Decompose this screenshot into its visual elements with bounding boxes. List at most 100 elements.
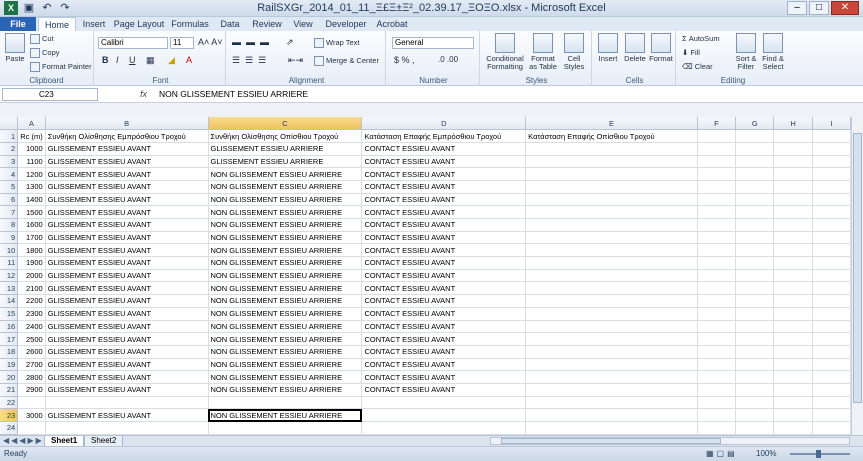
row-header[interactable]: 9 <box>0 231 19 245</box>
cell-empty[interactable] <box>735 383 775 397</box>
cell-c[interactable] <box>208 396 363 410</box>
row-header[interactable]: 5 <box>0 180 19 194</box>
cell-b[interactable]: GLISSEMENT ESSIEU AVANT <box>45 307 209 321</box>
cell-c[interactable]: NON GLISSEMENT ESSIEU ARRIERE <box>208 320 363 334</box>
cell-b[interactable]: GLISSEMENT ESSIEU AVANT <box>45 383 209 397</box>
cell-b[interactable]: GLISSEMENT ESSIEU AVANT <box>45 370 209 384</box>
cell-e[interactable]: Κατάσταση Επαφής Οπίσθιου Τροχού <box>525 129 698 143</box>
cell-e[interactable] <box>525 167 698 181</box>
cell-empty[interactable] <box>697 129 737 143</box>
cell-d[interactable]: CONTACT ESSIEU AVANT <box>361 243 527 258</box>
cell-empty[interactable] <box>812 129 851 143</box>
column-header-g[interactable]: G <box>735 117 775 131</box>
cell-b[interactable]: GLISSEMENT ESSIEU AVANT <box>45 294 209 308</box>
maximize-button[interactable]: □ <box>809 1 829 15</box>
cell-d[interactable]: CONTACT ESSIEU AVANT <box>361 345 527 359</box>
tab-review[interactable]: Review <box>248 17 286 31</box>
column-header-f[interactable]: F <box>697 117 737 131</box>
cell-e[interactable] <box>525 193 698 207</box>
row-header[interactable]: 18 <box>0 345 19 359</box>
cell-d[interactable]: CONTACT ESSIEU AVANT <box>361 180 527 194</box>
cell-empty[interactable] <box>812 180 851 194</box>
wrap-text-button[interactable]: Wrap Text <box>314 38 360 49</box>
conditional-formatting-button[interactable]: Conditional Formatting <box>484 33 526 71</box>
cell-b[interactable] <box>45 421 209 435</box>
decimal-icon[interactable]: .0 .00 <box>438 55 458 64</box>
row-header[interactable]: 23 <box>0 408 19 422</box>
cell-empty[interactable] <box>773 307 813 321</box>
underline-button[interactable]: U <box>129 55 136 65</box>
paste-button[interactable]: Paste <box>3 33 27 63</box>
cell-empty[interactable] <box>773 269 813 283</box>
cell-d[interactable]: CONTACT ESSIEU AVANT <box>361 294 527 308</box>
row-header[interactable]: 20 <box>0 370 19 384</box>
cell-a[interactable]: 2800 <box>17 370 46 384</box>
insert-button[interactable]: Insert <box>596 33 620 63</box>
cell-empty[interactable] <box>697 421 737 435</box>
tab-file[interactable]: File <box>0 17 36 31</box>
cell-empty[interactable] <box>812 243 851 258</box>
cell-a[interactable]: 2000 <box>17 269 46 283</box>
cell-c[interactable]: NON GLISSEMENT ESSIEU ARRIERE <box>208 345 363 359</box>
cell-c[interactable]: GLISSEMENT ESSIEU ARRIERE <box>208 155 363 169</box>
cell-empty[interactable] <box>697 243 737 258</box>
cell-e[interactable] <box>525 408 698 422</box>
fill-button[interactable]: ⬇ Fill <box>682 48 700 57</box>
worksheet-grid[interactable]: ABCDEFGHI 1 Rc (m) Συνθήκη Ολίσθησης Εμπρό… <box>0 117 851 435</box>
row-header[interactable]: 24 <box>0 421 19 435</box>
zoom-slider-knob[interactable] <box>816 450 821 458</box>
cell-empty[interactable] <box>697 167 737 181</box>
cell-empty[interactable] <box>773 218 813 232</box>
cell-empty[interactable] <box>697 370 737 384</box>
cell-a[interactable]: 1200 <box>17 167 46 181</box>
cell-empty[interactable] <box>697 205 737 219</box>
row-header[interactable]: 14 <box>0 294 19 308</box>
cell-c[interactable]: NON GLISSEMENT ESSIEU ARRIERE <box>208 370 363 384</box>
column-header-i[interactable]: I <box>812 117 851 131</box>
cell-b[interactable]: GLISSEMENT ESSIEU AVANT <box>45 243 209 258</box>
cell-empty[interactable] <box>812 383 851 397</box>
cell-a[interactable]: 1700 <box>17 231 46 245</box>
cell-d[interactable]: CONTACT ESSIEU AVANT <box>361 370 527 384</box>
cell-c[interactable]: NON GLISSEMENT ESSIEU ARRIERE <box>208 408 363 422</box>
cell-d[interactable]: Κατάσταση Επαφής Εμπρόσθιου Τροχού <box>361 129 527 143</box>
cell-empty[interactable] <box>773 155 813 169</box>
row-header[interactable]: 6 <box>0 193 19 207</box>
cell-b[interactable]: GLISSEMENT ESSIEU AVANT <box>45 180 209 194</box>
cell-b[interactable]: GLISSEMENT ESSIEU AVANT <box>45 320 209 334</box>
cell-empty[interactable] <box>812 421 851 435</box>
cell-e[interactable] <box>525 383 698 397</box>
cell-c[interactable]: NON GLISSEMENT ESSIEU ARRIERE <box>208 294 363 308</box>
cell-empty[interactable] <box>773 142 813 156</box>
tab-page-layout[interactable]: Page Layout <box>112 17 166 31</box>
cell-c[interactable]: NON GLISSEMENT ESSIEU ARRIERE <box>208 269 363 283</box>
cell-empty[interactable] <box>735 358 775 372</box>
cell-empty[interactable] <box>735 320 775 334</box>
cell-empty[interactable] <box>812 155 851 169</box>
cell-empty[interactable] <box>773 193 813 207</box>
horizontal-scroll-thumb[interactable] <box>501 438 721 444</box>
column-header-a[interactable]: A <box>17 117 46 131</box>
cell-c[interactable]: NON GLISSEMENT ESSIEU ARRIERE <box>208 358 363 372</box>
column-header-h[interactable]: H <box>773 117 813 131</box>
cell-empty[interactable] <box>773 332 813 346</box>
cell-c[interactable] <box>208 421 363 435</box>
cell-empty[interactable] <box>773 129 813 143</box>
cell-empty[interactable] <box>773 231 813 245</box>
cell-a[interactable]: 1000 <box>17 142 46 156</box>
cell-empty[interactable] <box>697 256 737 270</box>
cell-empty[interactable] <box>735 205 775 219</box>
cell-a[interactable]: 2900 <box>17 383 46 397</box>
cell-empty[interactable] <box>773 358 813 372</box>
cell-c[interactable]: NON GLISSEMENT ESSIEU ARRIERE <box>208 281 363 296</box>
cell-a[interactable]: 2500 <box>17 332 46 346</box>
cell-b[interactable]: GLISSEMENT ESSIEU AVANT <box>45 155 209 169</box>
horizontal-align-icons[interactable]: ☰☰☰ <box>232 55 271 66</box>
row-header[interactable]: 13 <box>0 281 19 296</box>
merge-center-button[interactable]: Merge & Center <box>314 56 379 67</box>
cell-empty[interactable] <box>773 408 813 422</box>
cell-d[interactable]: CONTACT ESSIEU AVANT <box>361 332 527 346</box>
cell-e[interactable] <box>525 205 698 219</box>
indent-icon[interactable]: ⇤⇥ <box>288 55 303 66</box>
cell-d[interactable] <box>361 396 527 410</box>
